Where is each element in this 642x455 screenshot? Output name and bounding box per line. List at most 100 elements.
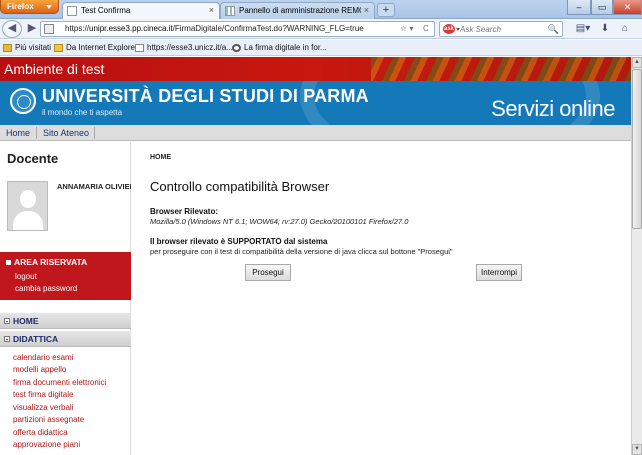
services-title: Servizi online bbox=[491, 96, 615, 121]
tab-test-confirma[interactable]: Test Confirma × bbox=[62, 2, 220, 19]
menu-link-firma-documenti[interactable]: firma documenti elettronici bbox=[13, 378, 106, 387]
url-prefix: https:// bbox=[65, 24, 90, 33]
firefox-menu-button[interactable]: Firefox bbox=[0, 0, 59, 14]
bookmark-star-icon[interactable]: ☆ ▾ bbox=[400, 22, 413, 36]
scrollbar-thumb[interactable] bbox=[632, 69, 642, 229]
ie-folder-icon bbox=[54, 44, 63, 52]
browser-tab-bar: Firefox Test Confirma × Pannello di ammi… bbox=[0, 0, 642, 19]
reserved-area-label: AREA RISERVATA bbox=[14, 257, 88, 267]
bookmark-esse3-unicz[interactable]: https://esse3.unicz.it/a... bbox=[135, 40, 233, 56]
menu-link-visualizza-verbali[interactable]: visualizza verbali bbox=[13, 403, 73, 412]
page-title: Controllo compatibilità Browser bbox=[150, 179, 330, 194]
menu-link-modelli-appello[interactable]: modelli appello bbox=[13, 365, 66, 374]
menu-link-approvazione-piani[interactable]: approvazione piani bbox=[13, 440, 80, 449]
tab-label: Test Confirma bbox=[81, 6, 131, 15]
ask-engine-icon[interactable]: ask bbox=[443, 24, 455, 34]
maximize-button[interactable]: ▭ bbox=[591, 0, 613, 15]
minimize-button[interactable]: – bbox=[567, 0, 591, 15]
bookmark-label: Da Internet Explorer bbox=[66, 43, 138, 52]
page-icon bbox=[135, 44, 144, 52]
navigation-toolbar: ◀ ▶ https://unipr.esse3.pp.cineca.it/Fir… bbox=[0, 19, 642, 39]
menu-link-offerta-didattica[interactable]: offerta didattica bbox=[13, 428, 68, 437]
search-box[interactable]: ask 🔍 bbox=[439, 21, 563, 37]
university-tagline: il mondo che ti aspetta bbox=[42, 108, 123, 117]
bookmarks-menu-icon[interactable]: ▤▾ bbox=[572, 22, 594, 36]
nav-home-link[interactable]: Home bbox=[6, 125, 30, 141]
bookmark-piu-visitati[interactable]: Più visitati bbox=[3, 40, 51, 56]
role-title: Docente bbox=[7, 151, 59, 166]
back-button[interactable]: ◀ bbox=[2, 20, 22, 38]
environment-title: Ambiente di test bbox=[4, 61, 105, 77]
close-window-button[interactable]: ✕ bbox=[613, 0, 642, 15]
seal-icon bbox=[232, 44, 241, 52]
avatar-body-shape bbox=[13, 211, 43, 230]
close-tab-icon[interactable]: × bbox=[209, 3, 214, 18]
nav-divider bbox=[94, 127, 95, 139]
browser-detected-label: Browser Rilevato: bbox=[150, 207, 219, 216]
section-label: DIDATTICA bbox=[13, 334, 59, 344]
vertical-scrollbar[interactable]: ▲ ▼ bbox=[631, 57, 642, 455]
instructions-text: per proseguire con il test di compatibil… bbox=[150, 247, 453, 256]
nav-sito-ateneo-link[interactable]: Sito Ateneo bbox=[43, 125, 89, 141]
url-path: /FirmaDigitale/ConfirmaTest.do?WARNING_F… bbox=[172, 24, 364, 33]
nav-divider bbox=[36, 127, 37, 139]
bullet-icon bbox=[6, 260, 11, 266]
change-password-link[interactable]: cambia password bbox=[15, 284, 77, 293]
folder-icon bbox=[3, 44, 12, 52]
reserved-area-box: AREA RISERVATA logout cambia password bbox=[0, 252, 131, 300]
sidebar-section-home[interactable]: HOME bbox=[0, 313, 131, 329]
browser-detected-value: Mozilla/5.0 (Windows NT 6.1; WOW64; rv:2… bbox=[150, 217, 409, 226]
page-icon bbox=[67, 6, 77, 16]
collapse-icon bbox=[4, 318, 10, 324]
forward-button[interactable]: ▶ bbox=[23, 21, 41, 37]
university-banner: UNIVERSITÀ DEGLI STUDI DI PARMA il mondo… bbox=[0, 81, 631, 125]
avatar bbox=[7, 181, 48, 231]
bookmarks-toolbar: Più visitati Da Internet Explorer https:… bbox=[0, 40, 642, 56]
bookmark-label: https://esse3.unicz.it/a... bbox=[147, 43, 233, 52]
user-name: ANNAMARIA OLIVIERI bbox=[57, 182, 138, 191]
search-icon[interactable]: 🔍 bbox=[548, 22, 559, 36]
section-label: HOME bbox=[13, 316, 39, 326]
page-viewport: Ambiente di test UNIVERSITÀ DEGLI STUDI … bbox=[0, 57, 631, 455]
bookmark-label: Più visitati bbox=[15, 43, 52, 52]
collapse-icon bbox=[4, 336, 10, 342]
menu-link-test-firma-digitale[interactable]: test firma digitale bbox=[13, 390, 73, 399]
url-host: unipr.esse3.pp.cineca.it bbox=[89, 24, 173, 33]
menu-link-calendario-esami[interactable]: calendario esami bbox=[13, 353, 73, 362]
home-icon[interactable]: ⌂ bbox=[618, 22, 632, 36]
stop-button[interactable]: Interrompi bbox=[476, 264, 522, 281]
firefox-menu-label: Firefox bbox=[7, 2, 34, 11]
continue-button[interactable]: Prosegui bbox=[245, 264, 291, 281]
scroll-up-icon[interactable]: ▲ bbox=[632, 57, 642, 68]
decorative-stripes bbox=[371, 57, 631, 81]
breadcrumb: HOME bbox=[150, 154, 171, 161]
tab-label: Pannello di amministrazione REMOT... bbox=[239, 6, 361, 15]
reserved-area-title: AREA RISERVATA bbox=[6, 257, 87, 267]
bookmark-da-internet-explorer[interactable]: Da Internet Explorer bbox=[54, 40, 138, 56]
search-input[interactable] bbox=[460, 23, 548, 35]
environment-bar: Ambiente di test bbox=[0, 57, 631, 81]
close-tab-icon[interactable]: × bbox=[364, 3, 369, 18]
top-navigation: Home Sito Ateneo bbox=[0, 125, 631, 141]
supported-message: Il browser rilevato è SUPPORTATO dal sis… bbox=[150, 237, 328, 246]
chevron-down-icon bbox=[46, 5, 52, 9]
sidebar: Docente ANNAMARIA OLIVIERI AREA RISERVAT… bbox=[0, 142, 137, 455]
avatar-head-shape bbox=[20, 190, 36, 208]
scroll-down-icon[interactable]: ▼ bbox=[632, 444, 642, 455]
bookmark-label: La firma digitale in for... bbox=[244, 43, 327, 52]
reload-icon[interactable]: C bbox=[423, 22, 429, 36]
grid-icon bbox=[225, 6, 235, 16]
new-tab-button[interactable]: + bbox=[377, 3, 395, 17]
download-icon[interactable]: ⬇ bbox=[598, 22, 612, 36]
university-name[interactable]: UNIVERSITÀ DEGLI STUDI DI PARMA bbox=[42, 86, 369, 107]
logout-link[interactable]: logout bbox=[15, 272, 37, 281]
university-seal-icon[interactable] bbox=[10, 88, 36, 114]
site-identity-icon[interactable] bbox=[44, 24, 54, 34]
menu-link-partizioni-assegnate[interactable]: partizioni assegnate bbox=[13, 415, 84, 424]
url-text[interactable]: https://unipr.esse3.pp.cineca.it/FirmaDi… bbox=[65, 22, 364, 36]
sidebar-section-didattica[interactable]: DIDATTICA bbox=[0, 331, 131, 347]
main-content: HOME Controllo compatibilità Browser Bro… bbox=[131, 142, 631, 455]
url-bar[interactable]: https://unipr.esse3.pp.cineca.it/FirmaDi… bbox=[40, 21, 435, 37]
bookmark-firma-digitale[interactable]: La firma digitale in for... bbox=[232, 40, 327, 56]
tab-pannello-amministrazione[interactable]: Pannello di amministrazione REMOT... × bbox=[220, 2, 375, 19]
